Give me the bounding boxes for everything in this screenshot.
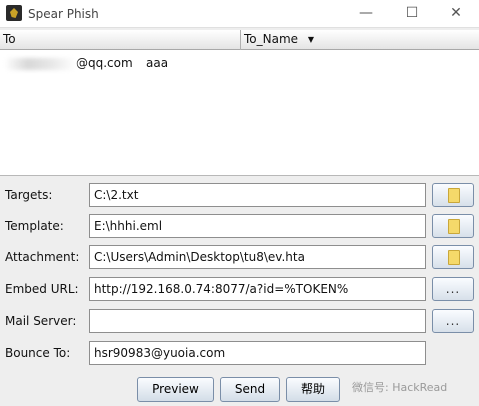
help-button[interactable]: 帮助: [286, 377, 340, 402]
close-button[interactable]: ✕: [433, 0, 479, 28]
column-header-label: To: [3, 32, 16, 46]
folder-icon: [448, 188, 460, 203]
targets-field[interactable]: C:\2.txt: [89, 183, 426, 207]
targets-label: Targets:: [5, 188, 53, 202]
sort-descending-icon: ▼: [307, 35, 315, 44]
recipients-table[interactable]: To To_Name ▼ @qq.com aaa: [0, 30, 479, 176]
template-browse-button[interactable]: [432, 214, 474, 238]
folder-icon: [448, 219, 460, 234]
bounce-to-field[interactable]: hsr90983@yuoia.com: [89, 341, 426, 365]
embed-url-label: Embed URL:: [5, 282, 79, 296]
folder-icon: [448, 250, 460, 265]
title-bar: Spear Phish — ☐ ✕: [0, 0, 479, 28]
redacted-blur: [4, 57, 76, 70]
email-domain: @qq.com: [76, 56, 133, 70]
column-header-label: To_Name: [244, 32, 299, 46]
maximize-button[interactable]: ☐: [389, 0, 435, 28]
send-button[interactable]: Send: [220, 377, 280, 402]
mail-server-options-button[interactable]: ...: [432, 309, 474, 333]
template-field[interactable]: E:\hhhi.eml: [89, 214, 426, 238]
column-header-to[interactable]: To: [0, 30, 241, 50]
template-label: Template:: [5, 219, 64, 233]
embed-url-button-label: ...: [445, 282, 461, 296]
embed-url-options-button[interactable]: ...: [432, 277, 474, 301]
app-icon: [6, 5, 22, 21]
attachment-label: Attachment:: [5, 250, 80, 264]
bounce-to-label: Bounce To:: [5, 346, 71, 360]
watermark-text: 微信号: HackRead: [352, 381, 448, 394]
targets-browse-button[interactable]: [432, 183, 474, 207]
minimize-button[interactable]: —: [343, 0, 389, 28]
attachment-field[interactable]: C:\Users\Admin\Desktop\tu8\ev.hta: [89, 245, 426, 269]
table-cell-email: @qq.com: [4, 54, 133, 72]
mail-server-field[interactable]: [89, 309, 426, 333]
embed-url-field[interactable]: http://192.168.0.74:8077/a?id=%TOKEN%: [89, 277, 426, 301]
mail-server-label: Mail Server:: [5, 314, 77, 328]
table-cell-name: aaa: [146, 56, 169, 70]
window-title: Spear Phish: [28, 7, 99, 21]
preview-button[interactable]: Preview: [137, 377, 214, 402]
attachment-browse-button[interactable]: [432, 245, 474, 269]
table-row[interactable]: @qq.com aaa: [0, 54, 479, 72]
mail-server-button-label: ...: [445, 314, 461, 328]
column-header-to-name[interactable]: To_Name ▼: [241, 30, 479, 50]
table-header: To To_Name ▼: [0, 30, 479, 50]
